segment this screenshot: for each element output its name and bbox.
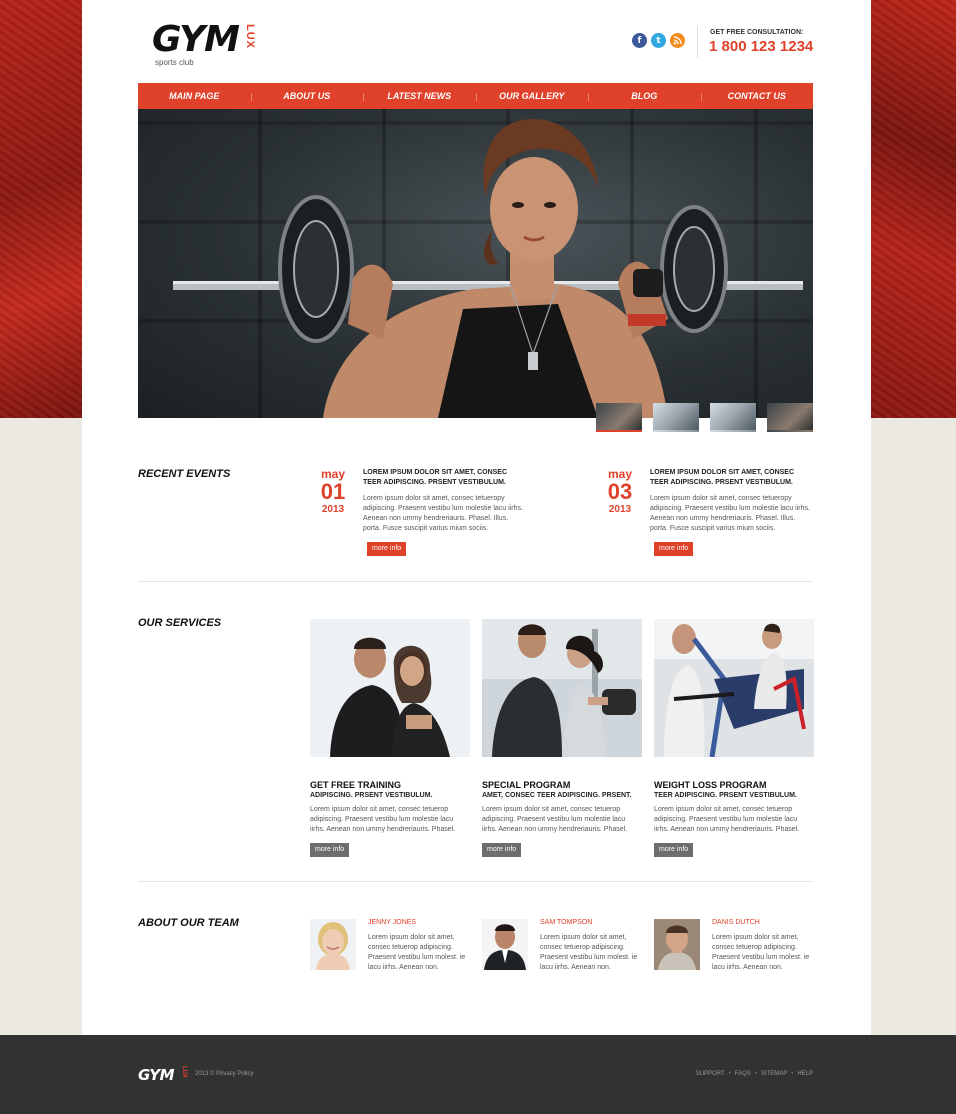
event-day: 03 — [607, 479, 633, 504]
event-heading[interactable]: LOREM IPSUM DOLOR SIT AMET, CONSEC TEER … — [363, 468, 523, 488]
footer-link-separator: • — [754, 1071, 757, 1077]
team-member-bio: Lorem ipsum dolor sit amet, consec tetue… — [540, 934, 638, 971]
logo-subtitle: sports club — [155, 58, 194, 67]
team-member-photo[interactable] — [310, 919, 356, 970]
section-divider — [138, 881, 813, 882]
nav-item-latest-news[interactable]: LATEST NEWS — [363, 91, 476, 101]
service-more-info-button[interactable]: more info — [654, 843, 694, 857]
footer-link-support[interactable]: SUPPORT — [696, 1071, 725, 1077]
event-more-info-button[interactable]: more info — [367, 542, 407, 556]
footer-link-separator: • — [791, 1071, 794, 1077]
event-date: may 01 2013 — [315, 466, 351, 515]
service-card: GET FREE TRAINING ADIPISCING. PRSENT VES… — [310, 619, 470, 857]
team-member-name[interactable]: JENNY JONES — [368, 919, 416, 926]
service-subtitle: AMET, CONSEC TEER ADIPISCING. PRSENT. — [482, 792, 632, 799]
service-card: WEIGHT LOSS PROGRAM TEER ADIPISCING. PRS… — [654, 619, 814, 857]
service-more-info-button[interactable]: more info — [482, 843, 522, 857]
background-texture-right — [871, 0, 956, 418]
twitter-icon[interactable]: t — [651, 33, 666, 48]
service-subtitle: TEER ADIPISCING. PRSENT VESTIBULUM. — [654, 792, 797, 799]
slider-thumbnails — [596, 403, 813, 432]
slider-thumb-3[interactable] — [710, 403, 756, 432]
section-title-about-team: ABOUT OUR TEAM — [138, 917, 239, 929]
service-text: Lorem ipsum dolor sit amet, consec tetue… — [310, 806, 456, 833]
team-member-name[interactable]: DANIS DUTCH — [712, 919, 760, 926]
footer-link-sitemap[interactable]: SITEMAP — [761, 1071, 787, 1077]
footer-logo-tag: LUX — [181, 1066, 187, 1078]
service-subtitle: ADIPISCING. PRSENT VESTIBULUM. — [310, 792, 433, 799]
section-divider — [138, 581, 813, 582]
team-member-name[interactable]: SAM TOMPSON — [540, 919, 592, 926]
event-year: 2013 — [321, 504, 345, 515]
logo-tag: LUX — [244, 24, 256, 49]
nav-item-main-page[interactable]: MAIN PAGE — [138, 91, 251, 101]
site-logo[interactable]: GYM LUX sports club — [152, 20, 272, 70]
team-member-bio: Lorem ipsum dolor sit amet, consec tetue… — [712, 934, 810, 971]
background-texture-left — [0, 0, 82, 418]
event-text: Lorem ipsum dolor sit amet, consec tetue… — [650, 495, 810, 532]
footer-link-help[interactable]: HELP — [797, 1071, 813, 1077]
service-image-training[interactable] — [310, 619, 470, 757]
service-title[interactable]: SPECIAL PROGRAM — [482, 780, 642, 790]
event-more-info-button[interactable]: more info — [654, 542, 694, 556]
team-member-bio: Lorem ipsum dolor sit amet, consec tetue… — [368, 934, 466, 971]
consultation-label: GET FREE CONSULTATION: — [710, 29, 804, 36]
footer-link-separator: • — [728, 1071, 731, 1077]
service-title[interactable]: GET FREE TRAINING — [310, 780, 470, 790]
facebook-icon[interactable]: f — [632, 33, 647, 48]
slider-thumb-1[interactable] — [596, 403, 642, 432]
service-text: Lorem ipsum dolor sit amet, consec tetue… — [654, 806, 800, 833]
logo-text: GYM — [152, 19, 240, 60]
event-year: 2013 — [608, 504, 632, 515]
rss-icon[interactable] — [670, 33, 685, 48]
nav-item-blog[interactable]: BLOG — [588, 91, 701, 101]
barbell-athlete-illustration — [173, 119, 803, 418]
main-nav: MAIN PAGE ABOUT US LATEST NEWS OUR GALLE… — [138, 83, 813, 109]
service-text: Lorem ipsum dolor sit amet, consec tetue… — [482, 806, 628, 833]
service-image-special-program[interactable] — [482, 619, 642, 757]
event-heading[interactable]: LOREM IPSUM DOLOR SIT AMET, CONSEC TEER … — [650, 468, 810, 488]
nav-item-our-gallery[interactable]: OUR GALLERY — [475, 91, 589, 101]
footer-links: SUPPORT • FAQS • SITEMAP • HELP — [696, 1071, 813, 1077]
service-more-info-button[interactable]: more info — [310, 843, 350, 857]
phone-number: 1 800 123 1234 — [709, 38, 814, 55]
footer-link-faqs[interactable]: FAQS — [735, 1071, 751, 1077]
footer-copyright[interactable]: 2013 © Privacy Policy — [195, 1071, 253, 1077]
service-card: SPECIAL PROGRAM AMET, CONSEC TEER ADIPIS… — [482, 619, 642, 857]
team-member-photo[interactable] — [482, 919, 528, 970]
social-links: f t — [632, 33, 685, 48]
section-title-recent-events: RECENT EVENTS — [138, 468, 231, 480]
hero-slider-image[interactable] — [138, 109, 813, 418]
event-text: Lorem ipsum dolor sit amet, consec tetue… — [363, 495, 523, 532]
footer-logo[interactable]: GYM — [138, 1066, 175, 1084]
nav-item-about-us[interactable]: ABOUT US — [250, 91, 364, 101]
service-image-weight-loss[interactable] — [654, 619, 814, 758]
slider-thumb-2[interactable] — [653, 403, 699, 432]
service-title[interactable]: WEIGHT LOSS PROGRAM — [654, 780, 814, 790]
team-member-photo[interactable] — [654, 919, 700, 970]
event-day: 01 — [320, 479, 346, 504]
event-date: may 03 2013 — [602, 466, 638, 515]
slider-thumb-4[interactable] — [767, 403, 813, 432]
header-divider — [697, 26, 698, 58]
nav-item-contact-us[interactable]: CONTACT US — [700, 91, 814, 101]
section-title-our-services: OUR SERVICES — [138, 617, 222, 629]
